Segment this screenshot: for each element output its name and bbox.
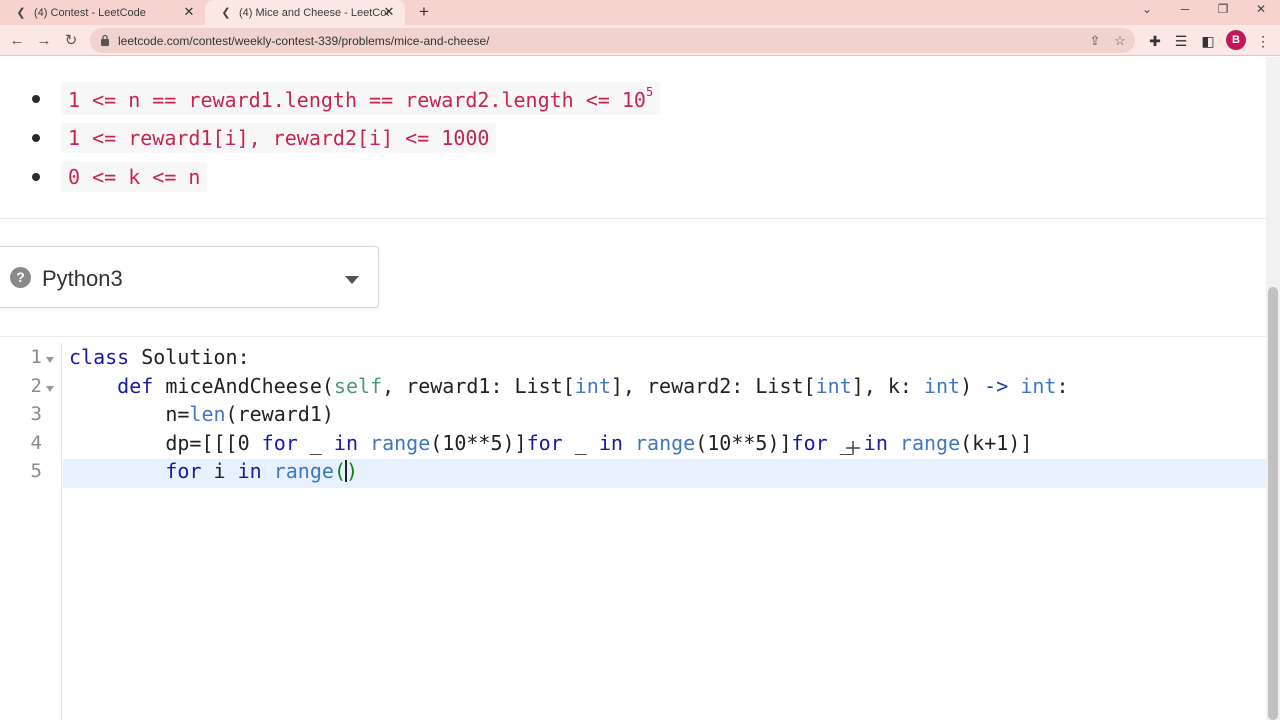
tab-mice-and-cheese[interactable]: ❮ (4) Mice and Cheese - LeetCode ✕	[205, 0, 405, 25]
line-number: 3	[30, 403, 42, 425]
editor-top-border	[0, 336, 1266, 337]
constraint-code: 1 <= reward1[i], reward2[i] <= 1000	[61, 122, 497, 153]
line-number: 5	[30, 460, 42, 482]
bullet-icon	[32, 94, 40, 103]
caret-down-icon	[345, 276, 359, 284]
code-line: n=len(reward1)	[69, 402, 334, 426]
line-number-gutter: 1 2 3 4 5	[0, 343, 62, 720]
constraint-code: 1 <= n == reward1.length == reward2.leng…	[61, 82, 661, 115]
line-number: 4	[30, 432, 42, 454]
url-text: leetcode.com/contest/weekly-contest-339/…	[118, 34, 490, 48]
share-icon[interactable]: ⇪	[1086, 32, 1104, 50]
line-number: 1	[30, 346, 42, 368]
lock-icon	[101, 34, 109, 46]
list-item: 1 <= n == reward1.length == reward2.leng…	[32, 79, 661, 118]
bullet-icon	[32, 172, 40, 181]
tab-title: (4) Mice and Cheese - LeetCode	[239, 6, 389, 19]
forward-arrow-icon[interactable]: →	[33, 30, 55, 52]
browser-toolbar: ← → ↻ leetcode.com/contest/weekly-contes…	[0, 25, 1280, 56]
language-select[interactable]: ? Python3	[0, 246, 379, 308]
minimize-icon[interactable]: ─	[1166, 0, 1204, 25]
new-tab-button[interactable]: +	[414, 2, 434, 22]
code-line: def miceAndCheese(self, reward1: List[in…	[117, 374, 1069, 398]
close-tab-icon[interactable]: ✕	[181, 4, 197, 20]
maximize-icon[interactable]: ❐	[1204, 0, 1242, 25]
bullet-icon	[32, 133, 40, 142]
problem-page: 1 <= n == reward1.length == reward2.leng…	[0, 57, 1266, 720]
list-item: 0 <= k <= n	[32, 157, 660, 196]
leetcode-favicon-icon: ❮	[16, 7, 26, 19]
reading-list-icon[interactable]: ☰	[1171, 30, 1191, 52]
browser-menu-icon[interactable]: ⋮	[1253, 30, 1273, 52]
browser-tab-bar: ❮ (4) Contest - LeetCode ✕ ❮ (4) Mice an…	[0, 0, 1280, 25]
tab-title: (4) Contest - LeetCode	[34, 6, 146, 19]
code-line: class Solution:	[69, 345, 250, 369]
close-window-icon[interactable]: ✕	[1242, 0, 1280, 25]
fold-arrow-icon[interactable]	[46, 357, 54, 363]
mouse-cursor-icon	[846, 441, 860, 455]
back-arrow-icon[interactable]: ←	[6, 30, 28, 52]
address-bar[interactable]: leetcode.com/contest/weekly-contest-339/…	[90, 28, 1135, 53]
code-editor[interactable]: 1 2 3 4 5 class Solution: def miceAndChe…	[0, 343, 1266, 720]
help-icon[interactable]: ?	[10, 267, 31, 288]
constraints-list: 1 <= n == reward1.length == reward2.leng…	[32, 79, 661, 196]
tab-search-icon[interactable]: ⌄	[1128, 0, 1166, 25]
section-divider	[0, 218, 1266, 219]
reload-icon[interactable]: ↻	[60, 30, 82, 52]
line-number: 2	[30, 375, 42, 397]
code-line: for i in range()	[165, 459, 359, 483]
constraint-code: 0 <= k <= n	[61, 161, 208, 192]
code-line: dp=[[[0 for _ in range(10**5)]for _ in r…	[69, 431, 1033, 455]
profile-avatar[interactable]: B	[1226, 30, 1246, 50]
bookmark-star-icon[interactable]: ☆	[1111, 32, 1129, 50]
list-item: 1 <= reward1[i], reward2[i] <= 1000	[32, 118, 660, 157]
extensions-puzzle-icon[interactable]: ✚	[1145, 30, 1165, 52]
tab-contest[interactable]: ❮ (4) Contest - LeetCode ✕	[0, 0, 205, 25]
leetcode-favicon-icon: ❮	[221, 7, 231, 19]
close-tab-icon[interactable]: ✕	[381, 4, 397, 20]
scrollbar-thumb[interactable]	[1268, 287, 1278, 720]
language-label: Python3	[42, 266, 123, 291]
side-panel-icon[interactable]: ◧	[1198, 30, 1218, 52]
fold-arrow-icon[interactable]	[46, 386, 54, 392]
